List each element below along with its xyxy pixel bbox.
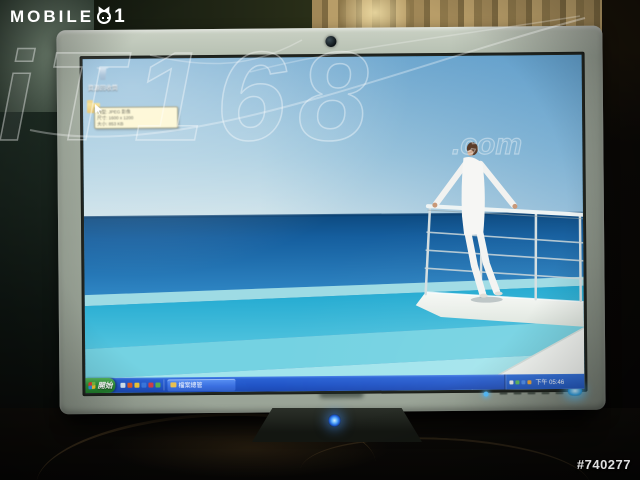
show-desktop-icon[interactable] — [127, 383, 132, 388]
messenger-icon[interactable] — [141, 383, 146, 388]
osd-button — [528, 392, 536, 394]
internet-explorer-icon[interactable] — [120, 383, 125, 388]
task-button-label: 檔案總管 — [178, 380, 202, 389]
devil-icon — [97, 10, 111, 24]
start-button[interactable]: 開始 — [85, 378, 115, 393]
it168-watermark: iT168 — [0, 34, 380, 160]
browser-icon[interactable] — [155, 382, 160, 387]
stand-led — [328, 414, 341, 427]
start-button-label: 開始 — [97, 380, 112, 391]
mobile01-logo-one: 1 — [114, 6, 125, 28]
it168-domain-watermark: .com — [452, 128, 522, 162]
mobile01-logo: MOBILE 1 — [10, 6, 125, 28]
media-player-icon[interactable] — [134, 383, 139, 388]
clock[interactable]: 下午 05:46 — [535, 377, 564, 386]
windows-flag-icon — [88, 382, 95, 390]
folder-window-icon — [170, 382, 176, 387]
network-tray-icon[interactable] — [521, 380, 525, 384]
osd-button — [500, 392, 508, 394]
antivirus-tray-icon[interactable] — [515, 380, 519, 384]
bezel-indicator-led — [484, 392, 489, 397]
osd-button — [556, 392, 564, 394]
photo-id: #740277 — [577, 457, 631, 472]
osd-button — [542, 392, 550, 394]
ime-tray-icon[interactable] — [527, 380, 531, 384]
mobile01-logo-text: MOBILE — [10, 7, 94, 27]
osd-button — [514, 392, 522, 394]
system-tray: 下午 05:46 — [504, 374, 584, 390]
taskbar-divider — [163, 379, 164, 390]
quick-launch-bar — [120, 382, 160, 387]
mail-icon[interactable] — [148, 383, 153, 388]
volume-tray-icon[interactable] — [509, 380, 513, 384]
devil-eyes — [102, 17, 104, 19]
photo-frame: 資源回收筒 類型: JPEG 影像 尺寸: 1600 x 1200 大小: 85… — [0, 0, 640, 480]
open-window-task-button[interactable]: 檔案總管 — [167, 378, 235, 391]
